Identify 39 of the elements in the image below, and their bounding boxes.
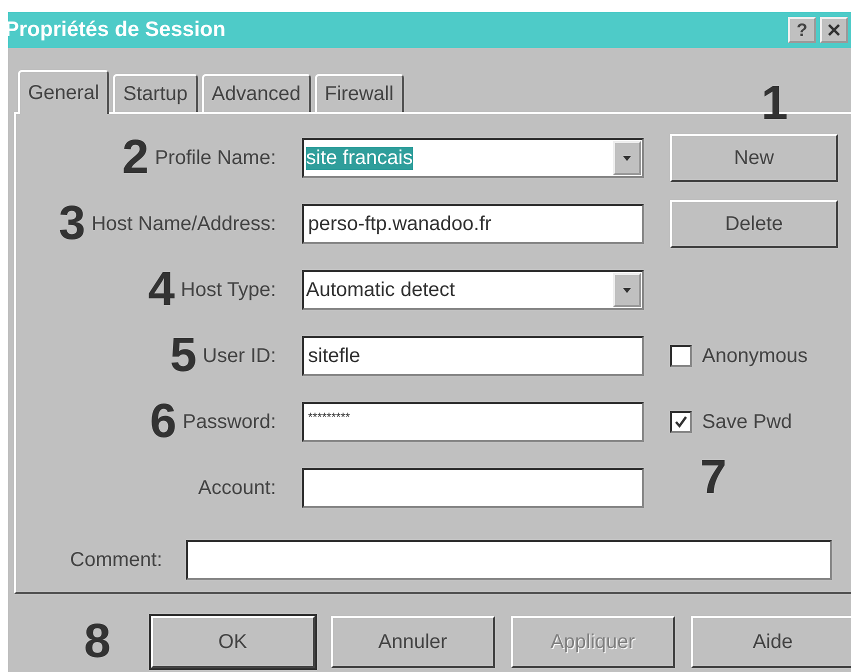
annotation-number: 7 xyxy=(700,456,728,500)
dropdown-field[interactable]: Automatic detect xyxy=(302,270,644,310)
annotation-number: 1 xyxy=(761,82,788,126)
comment-field[interactable] xyxy=(186,540,832,580)
field-label: Host Type: xyxy=(180,278,276,302)
input-field[interactable]: sitefle xyxy=(302,336,644,376)
checkbox[interactable] xyxy=(670,345,692,367)
field-label: Account: xyxy=(198,476,276,500)
dialog-button[interactable]: OK xyxy=(150,616,315,668)
check-icon xyxy=(674,415,688,429)
annotation-number: 4 xyxy=(148,268,175,312)
tab[interactable]: General xyxy=(18,70,110,114)
side-button[interactable]: New xyxy=(670,134,838,182)
close-icon[interactable] xyxy=(820,17,848,43)
input-field[interactable]: perso-ftp.wanadoo.fr xyxy=(302,204,644,244)
tab[interactable]: Advanced xyxy=(202,74,311,112)
annotation-number: 6 xyxy=(150,400,177,444)
password-field[interactable]: ********* xyxy=(302,402,644,442)
dialog-button[interactable]: Annuler xyxy=(330,616,495,668)
annotation-number: 2 xyxy=(122,136,149,180)
tab[interactable]: Firewall xyxy=(314,74,404,112)
dropdown-field[interactable]: site francais xyxy=(302,138,644,178)
field-label: Host Name/Address: xyxy=(91,212,276,236)
window-title: Propriétés de Session xyxy=(5,18,227,42)
input-field[interactable] xyxy=(302,468,644,508)
field-label: Password: xyxy=(182,410,276,434)
field-label: Profile Name: xyxy=(154,146,276,170)
side-button[interactable]: Delete xyxy=(670,200,838,248)
checkbox[interactable] xyxy=(670,411,692,433)
field-label: User ID: xyxy=(202,344,276,368)
annotation-number: 8 xyxy=(84,620,111,664)
tab[interactable]: Startup xyxy=(113,74,198,112)
help-button[interactable]: ? xyxy=(788,17,816,43)
annotation-number: 3 xyxy=(58,202,86,246)
field-label: Comment: xyxy=(70,548,162,572)
checkbox-label: Anonymous xyxy=(702,344,808,368)
annotation-number: 5 xyxy=(170,334,197,378)
checkbox-label: Save Pwd xyxy=(702,410,792,434)
dialog-button[interactable]: Aide xyxy=(690,616,851,668)
